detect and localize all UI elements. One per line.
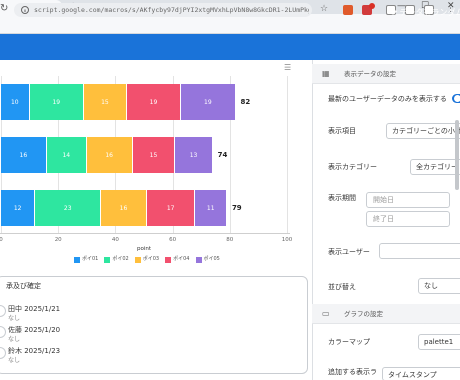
x-tick-label: 100 <box>281 237 293 243</box>
legend-item[interactable]: ポイ03 <box>134 256 160 263</box>
bar-segment[interactable]: 15 <box>83 84 126 120</box>
legend-item[interactable]: ポイ01 <box>74 256 98 263</box>
bar-segment[interactable]: 16 <box>1 137 46 173</box>
extra-label-label: 追加する表示ラ <box>328 368 377 376</box>
legend-item[interactable]: ポイ02 <box>104 256 129 263</box>
display-item-select[interactable]: カテゴリーごとの小計 ▾ <box>386 123 460 139</box>
x-axis-title: point <box>137 246 152 252</box>
x-tick-label: 60 <box>169 237 177 243</box>
comment-author: 鈴木 2025/1/23 <box>8 347 61 355</box>
bar-segment[interactable]: 10 <box>1 84 29 120</box>
start-date-input[interactable] <box>366 192 450 208</box>
gridline <box>287 76 288 234</box>
bar-total-label: 79 <box>231 204 242 212</box>
display-user-label: 表示ユーザー <box>328 248 370 256</box>
sidebar-scrollbar[interactable] <box>455 120 459 190</box>
bar-segment[interactable]: 15 <box>132 137 175 173</box>
bar-segment[interactable]: 12 <box>1 190 35 226</box>
chart-legend: ポイ01 ポイ02 ポイ03 ポイ04 ポイ05 <box>74 256 220 263</box>
url-text[interactable]: script.google.com/macros/s/AKfycby97djPY… <box>34 4 309 16</box>
bar-segment[interactable]: 23 <box>35 190 101 226</box>
legend-label: ポイ02 <box>112 256 129 262</box>
end-date-input[interactable] <box>366 211 450 227</box>
legend-label: ポイ04 <box>173 256 190 262</box>
colormap-label: カラーマップ <box>328 338 370 346</box>
bar-segment[interactable]: 19 <box>29 84 83 120</box>
randomize-data-label: データをランダムに <box>399 8 460 17</box>
sort-select[interactable]: なし <box>418 278 460 294</box>
notification-badge <box>369 3 375 9</box>
x-tick-label: 80 <box>226 237 234 243</box>
x-tick-label: 40 <box>111 237 119 243</box>
display-item-label: 表示項目 <box>328 127 356 135</box>
bar-segment[interactable]: 19 <box>181 84 235 120</box>
bookmark-star-icon[interactable]: ☆ <box>320 4 328 15</box>
latest-only-label: 最新のユーザーデータのみを表示する <box>328 95 447 103</box>
bar-segment[interactable]: 14 <box>46 137 86 173</box>
display-user-select[interactable] <box>379 243 460 259</box>
display-period-label: 表示期間 <box>328 194 356 202</box>
colormap-select[interactable]: palette1 <box>418 334 460 350</box>
comment-note: なし <box>8 357 21 364</box>
monitor-icon: ▭ <box>322 309 330 318</box>
bar-segment[interactable]: 13 <box>175 137 212 173</box>
legend-label: ポイ03 <box>142 256 160 262</box>
display-category-label: 表示カテゴリー <box>328 163 377 171</box>
comment-card <box>0 276 308 374</box>
sort-label: 並び替え <box>328 283 356 291</box>
legend-swatch <box>165 256 172 263</box>
legend-label: ポイ05 <box>203 256 220 262</box>
comment-author: 佐藤 2025/1/20 <box>8 326 61 334</box>
comment-note: なし <box>8 336 21 343</box>
legend-swatch <box>195 256 202 263</box>
bar-segment[interactable]: 17 <box>146 190 195 226</box>
legend-swatch <box>104 256 111 263</box>
bar-segment[interactable]: 16 <box>86 137 132 173</box>
graph-settings-header <box>312 304 460 324</box>
x-axis-line <box>0 233 290 234</box>
comment-author: 田中 2025/1/21 <box>8 305 61 313</box>
legend-swatch <box>134 256 141 263</box>
table-icon: ▦ <box>322 69 330 78</box>
display-settings-title: 表示データの設定 <box>344 70 396 78</box>
bar-total-label: 82 <box>240 98 251 106</box>
site-info-icon[interactable] <box>20 5 30 15</box>
chart-menu-icon[interactable]: ☰ <box>284 64 291 72</box>
display-category-select[interactable]: 全カテゴリー ▾ <box>410 159 460 175</box>
brave-shield-icon[interactable] <box>343 5 353 15</box>
shuffle-icon: ⟳ <box>390 8 398 18</box>
app-header <box>0 34 460 60</box>
bar-segment[interactable]: 19 <box>126 84 181 120</box>
extra-label-select[interactable]: タイムスタンプ <box>382 367 460 380</box>
comment-note: なし <box>8 315 21 322</box>
comment-card-title: 承及び確定 <box>6 282 41 290</box>
bar-segment[interactable]: 11 <box>195 190 226 226</box>
bar-total-label: 74 <box>217 151 228 159</box>
x-tick-label: 0 <box>0 237 3 243</box>
legend-item[interactable]: ポイ05 <box>195 256 220 263</box>
reload-icon[interactable]: ↻ <box>0 3 8 15</box>
legend-swatch <box>74 256 80 263</box>
x-tick-label: 20 <box>54 237 62 243</box>
legend-label: ポイ01 <box>82 256 99 262</box>
toggle-knob <box>454 95 460 102</box>
address-bar[interactable]: script.google.com/macros/s/AKfycby97djPY… <box>14 3 312 17</box>
legend-item[interactable]: ポイ04 <box>165 256 190 263</box>
randomize-data-button[interactable]: ⟳ データをランダムに <box>390 6 460 20</box>
graph-settings-title: グラフの設定 <box>344 310 383 318</box>
bar-segment[interactable]: 16 <box>101 190 146 226</box>
